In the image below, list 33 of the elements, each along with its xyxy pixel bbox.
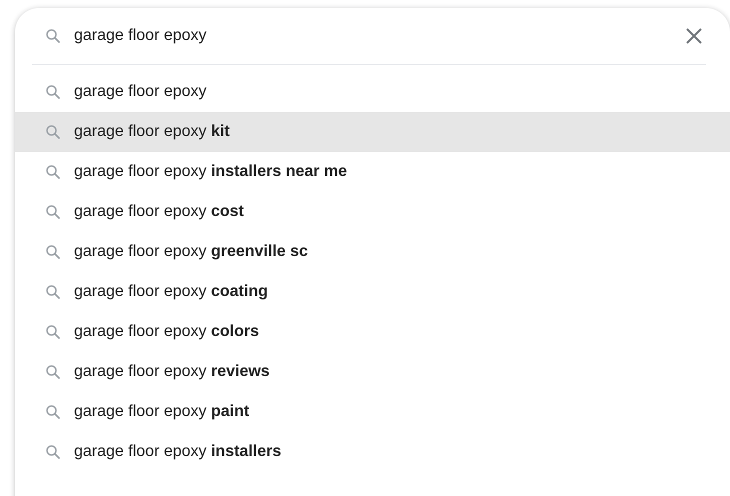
suggestion-item[interactable]: garage floor epoxy greenville sc [15,232,730,272]
suggestion-text: garage floor epoxy reviews [74,362,270,382]
suggestion-item[interactable]: garage floor epoxy installers [15,432,730,472]
suggestion-text: garage floor epoxy kit [74,122,230,142]
search-icon [44,203,62,221]
search-icon [44,83,62,101]
suggestion-text: garage floor epoxy greenville sc [74,242,308,262]
suggestion-text: garage floor epoxy paint [74,402,250,422]
suggestion-text: garage floor epoxy cost [74,202,244,222]
suggestion-item[interactable]: garage floor epoxy kit [15,112,730,152]
suggestion-item[interactable]: garage floor epoxy installers near me [15,152,730,192]
suggestion-item[interactable]: garage floor epoxy colors [15,312,730,352]
close-icon [685,27,703,45]
suggestion-item[interactable]: garage floor epoxy paint [15,392,730,432]
search-icon [44,403,62,421]
search-icon [44,27,62,45]
suggestion-item[interactable]: garage floor epoxy cost [15,192,730,232]
search-icon [44,163,62,181]
suggestion-item[interactable]: garage floor epoxy coating [15,272,730,312]
suggestion-item[interactable]: garage floor epoxy reviews [15,352,730,392]
search-icon [44,363,62,381]
search-icon [44,243,62,261]
suggestion-text: garage floor epoxy [74,82,207,102]
search-icon [44,443,62,461]
search-icon [44,123,62,141]
suggestion-text: garage floor epoxy installers [74,442,282,462]
suggestion-text: garage floor epoxy coating [74,282,268,302]
search-icon [44,283,62,301]
search-icon [44,323,62,341]
suggestion-item[interactable]: garage floor epoxy [15,72,730,112]
suggestion-text: garage floor epoxy colors [74,322,259,342]
search-field[interactable]: garage floor epoxy [74,24,682,48]
suggestion-text: garage floor epoxy installers near me [74,162,348,182]
